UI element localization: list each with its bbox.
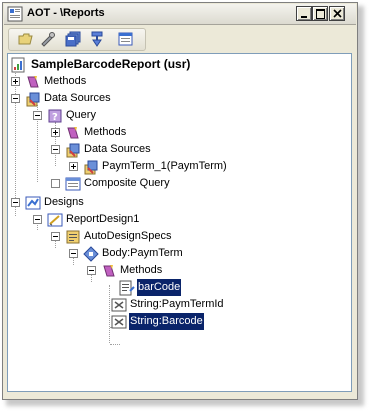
tree-node-label: String:Barcode	[129, 313, 204, 330]
string-field-icon	[111, 315, 127, 329]
aot-window: AOT - \Reports SampleBarcodeReport (usr)…	[2, 2, 358, 400]
tree-node-label: Methods	[120, 264, 163, 276]
data-sources-icon	[66, 143, 80, 158]
composite-query-icon	[65, 177, 81, 191]
collapse-minus-icon[interactable]	[51, 232, 60, 241]
methods-icon	[27, 76, 39, 88]
tree-node-composite-query[interactable]: Composite Query	[51, 175, 251, 192]
tree-node-string-barcode[interactable]: String:Barcode	[111, 313, 311, 330]
datasource-table-icon	[84, 160, 98, 175]
expand-plus-icon[interactable]	[51, 128, 60, 137]
tree-node-data-sources[interactable]: Data Sources	[11, 90, 211, 107]
tree-node-designs[interactable]: Designs	[11, 194, 211, 211]
tree-node-label: String:PaymTermId	[130, 298, 224, 310]
maximize-button[interactable]	[312, 6, 328, 21]
tree-node-label: barCode	[137, 279, 182, 296]
svg-text:?: ?	[52, 112, 58, 123]
tree-node-label: AutoDesignSpecs	[84, 230, 172, 242]
tree-node-label: PaymTerm_1(PaymTerm)	[102, 160, 227, 172]
collapse-minus-icon[interactable]	[51, 145, 60, 154]
tree-node-auto-design-specs[interactable]: AutoDesignSpecs	[51, 228, 251, 245]
tree-node-body-methods[interactable]: Methods	[87, 262, 287, 279]
tree-node-report-design[interactable]: ReportDesign1	[33, 211, 233, 228]
tree-node-label: SampleBarcodeReport (usr)	[31, 57, 191, 71]
designs-icon	[25, 196, 41, 210]
tree-node-barcode-method[interactable]: barCode	[119, 279, 269, 296]
tree-node-label: ReportDesign1	[66, 213, 140, 225]
tree-node-root[interactable]: SampleBarcodeReport (usr)	[10, 56, 310, 73]
query-icon: ?	[48, 109, 62, 123]
data-sources-icon	[26, 92, 40, 107]
collapse-minus-icon[interactable]	[87, 266, 96, 275]
collapse-minus-icon[interactable]	[33, 111, 42, 120]
collapse-minus-icon[interactable]	[69, 249, 78, 258]
tree-node-string-paymtermid[interactable]: String:PaymTermId	[111, 296, 311, 313]
auto-design-icon	[66, 230, 80, 244]
find-icon[interactable]	[117, 31, 135, 47]
tree-node-paymterm-datasource[interactable]: PaymTerm_1(PaymTerm)	[69, 158, 289, 175]
window-title: AOT - \Reports	[27, 7, 105, 19]
expand-plus-icon[interactable]	[69, 162, 78, 171]
report-icon	[11, 57, 25, 73]
collapse-minus-icon[interactable]	[33, 215, 42, 224]
aot-tree[interactable]: SampleBarcodeReport (usr) Methods Data S…	[7, 53, 352, 392]
tree-node-query[interactable]: ? Query	[33, 107, 233, 124]
properties-icon[interactable]	[39, 31, 57, 47]
compile-icon[interactable]	[89, 31, 107, 47]
tree-node-label: Designs	[44, 196, 84, 208]
close-button[interactable]	[329, 6, 345, 21]
tree-line	[110, 344, 120, 346]
collapse-minus-icon[interactable]	[11, 94, 20, 103]
methods-icon	[67, 127, 79, 139]
toolbar	[4, 25, 356, 51]
open-icon[interactable]	[17, 31, 35, 47]
tree-node-label: Composite Query	[84, 177, 170, 189]
tree-node-label: Methods	[84, 126, 127, 138]
tree-node-label: Data Sources	[44, 92, 111, 104]
method-icon	[119, 280, 135, 296]
tree-node-label: Data Sources	[84, 143, 151, 155]
body-section-icon	[83, 246, 99, 262]
empty-node-box	[51, 179, 60, 188]
minimize-button[interactable]	[296, 6, 312, 21]
tree-node-query-methods[interactable]: Methods	[51, 124, 251, 141]
aot-app-icon	[7, 6, 23, 22]
tree-node-label: Methods	[44, 75, 87, 87]
tree-node-body[interactable]: Body:PaymTerm	[69, 245, 269, 262]
save-all-icon[interactable]	[65, 31, 83, 47]
title-bar[interactable]: AOT - \Reports	[4, 4, 356, 25]
tree-node-label: Query	[66, 109, 96, 121]
report-design-icon	[47, 213, 63, 227]
expand-plus-icon[interactable]	[11, 77, 20, 86]
collapse-minus-icon[interactable]	[11, 198, 20, 207]
methods-icon	[103, 265, 115, 277]
toolbar-group	[8, 28, 146, 51]
string-field-icon	[111, 298, 127, 312]
tree-node-query-data-sources[interactable]: Data Sources	[51, 141, 251, 158]
tree-node-label: Body:PaymTerm	[102, 247, 183, 259]
tree-node-methods[interactable]: Methods	[11, 73, 211, 90]
